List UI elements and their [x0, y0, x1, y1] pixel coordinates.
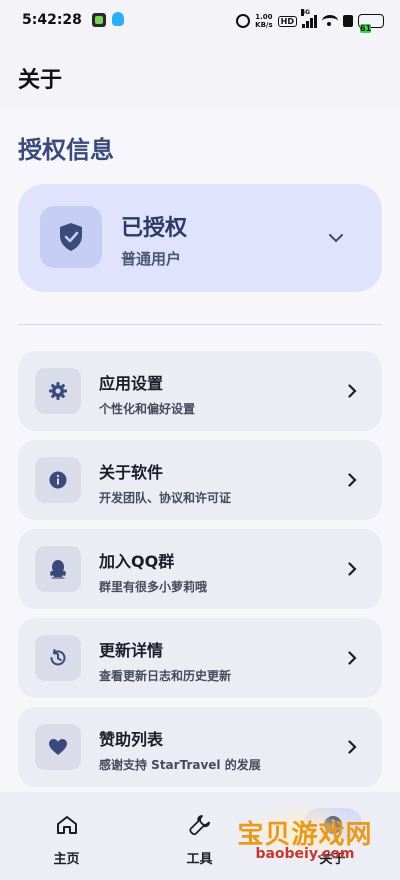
- alarm-icon: [236, 14, 251, 28]
- chevron-right-icon: [344, 559, 360, 579]
- auth-status: 已授权: [121, 216, 188, 241]
- menu-item-about-software[interactable]: 关于软件 开发团队、协议和许可证: [18, 440, 382, 520]
- menu-item-label: 更新详情: [99, 641, 164, 660]
- menu-item-label: 加入QQ群: [99, 552, 175, 571]
- network-speed: 1.00 KB/s: [255, 13, 272, 29]
- home-icon: [54, 812, 80, 838]
- network-type: 5G: [301, 9, 311, 16]
- menu-item-label: 赞助列表: [99, 730, 164, 749]
- menu-item-app-settings[interactable]: 应用设置 个性化和偏好设置: [18, 351, 382, 431]
- status-time: 5:42:28: [22, 12, 82, 28]
- menu-item-description: 个性化和偏好设置: [99, 402, 196, 416]
- network-speed-value: 1.00: [255, 13, 273, 21]
- battery-level: 61: [360, 24, 372, 33]
- wrench-icon: [187, 812, 213, 838]
- menu-item-description: 感谢支持 StarTravel 的发展: [99, 758, 261, 772]
- heart-icon: [35, 724, 81, 770]
- battery-icon: 61: [358, 14, 384, 33]
- gear-icon: [35, 368, 81, 414]
- menu-item-label: 关于软件: [99, 463, 164, 482]
- wifi-icon: [322, 15, 338, 27]
- menu-item-update-details[interactable]: 更新详情 查看更新日志和历史更新: [18, 618, 382, 698]
- qq-icon: [35, 546, 81, 592]
- page-title: 关于: [18, 68, 63, 93]
- menu-item-description: 开发团队、协议和许可证: [99, 491, 232, 505]
- auth-section-title: 授权信息: [18, 136, 114, 164]
- nav-tab-label: 主页: [53, 852, 80, 867]
- menu-item-join-qq-group[interactable]: 加入QQ群 群里有很多小萝莉哦: [18, 529, 382, 609]
- chevron-right-icon: [344, 470, 360, 490]
- hd-badge: HD: [277, 15, 297, 27]
- charging-icon: [343, 15, 353, 27]
- chevron-right-icon: [344, 381, 360, 401]
- chevron-right-icon: [344, 737, 360, 757]
- menu-item-label: 应用设置: [99, 374, 164, 393]
- nav-tab-home[interactable]: 主页: [0, 792, 133, 880]
- wechat-app-icon: [92, 13, 106, 27]
- system-indicators: 1.00 KB/s HD 5G 61: [236, 9, 384, 33]
- shield-check-icon: [40, 206, 102, 268]
- chevron-right-icon: [344, 648, 360, 668]
- qq-app-icon: [112, 12, 124, 26]
- info-icon: [35, 457, 81, 503]
- watermark: 宝贝游戏网 baobeiy.com: [220, 788, 390, 868]
- menu-item-description: 群里有很多小萝莉哦: [99, 580, 208, 594]
- status-bar: 5:42:28 1.00 KB/s HD 5G 61: [0, 0, 400, 44]
- user-type: 普通用户: [121, 250, 182, 268]
- auth-status-card[interactable]: 已授权 普通用户: [18, 184, 382, 292]
- network-speed-unit: KB/s: [255, 21, 273, 29]
- watermark-url: baobeiy.com: [255, 846, 355, 862]
- menu-item-description: 查看更新日志和历史更新: [99, 669, 232, 683]
- divider: [18, 324, 382, 325]
- history-icon: [35, 635, 81, 681]
- chevron-down-icon[interactable]: [326, 228, 346, 248]
- signal-icon: 5G: [301, 9, 317, 28]
- app-bar: 关于: [0, 44, 400, 108]
- menu-item-sponsor-list[interactable]: 赞助列表 感谢支持 StarTravel 的发展: [18, 707, 382, 787]
